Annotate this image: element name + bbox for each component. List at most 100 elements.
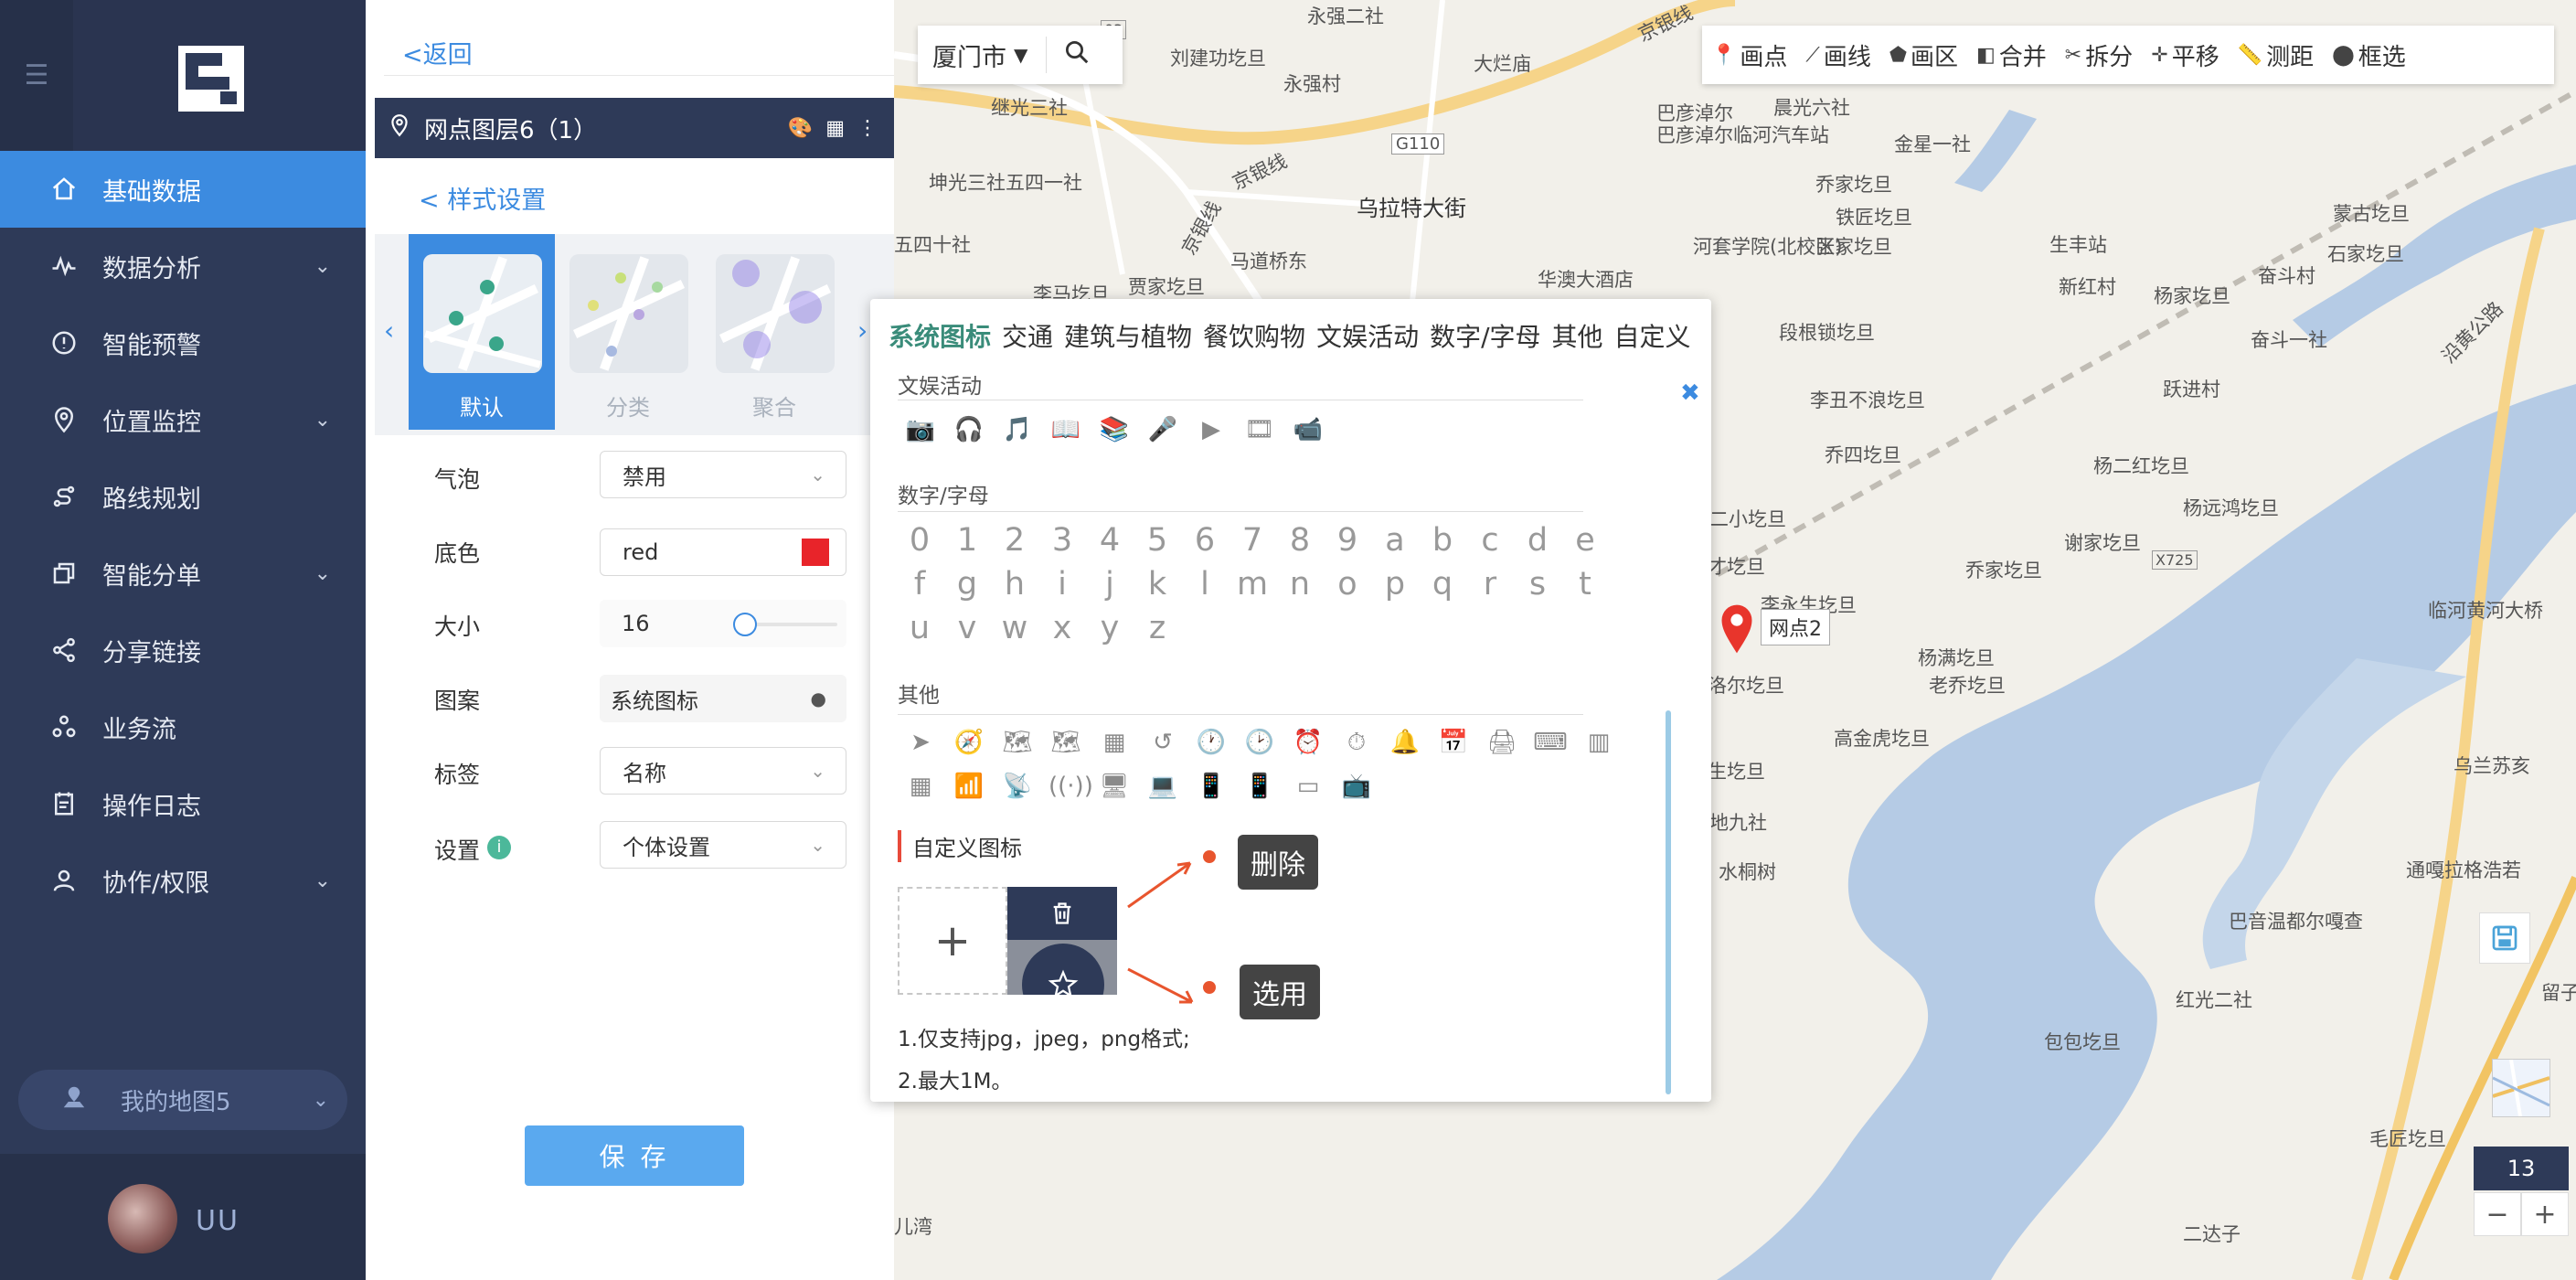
style-option-default[interactable]: 默认 [409,234,555,430]
character-option[interactable]: p [1378,566,1411,603]
trash-icon[interactable] [1007,887,1117,940]
style-option-category[interactable]: 分类 [555,234,701,430]
my-map-selector[interactable]: 我的地图5 ⌄ [18,1070,347,1130]
tag-select[interactable]: 名称 ⌄ [600,747,846,795]
other-option-icon[interactable]: ⏰ [1291,729,1325,757]
save-map-icon[interactable] [2479,912,2530,964]
other-option-icon[interactable]: 📡 [1000,773,1035,800]
chevron-left-icon[interactable]: ‹ [384,315,394,346]
character-option[interactable]: j [1093,566,1126,603]
entertainment-option-icon[interactable]: 📚 [1097,416,1132,443]
character-option[interactable]: 7 [1236,522,1269,559]
character-option[interactable]: 8 [1283,522,1316,559]
other-option-icon[interactable]: 💻 [1145,773,1180,800]
character-option[interactable]: 3 [1046,522,1079,559]
other-option-icon[interactable]: 🖨 [1485,729,1519,757]
character-option[interactable]: k [1141,566,1174,603]
tab-custom[interactable]: 自定义 [1614,317,1691,354]
sidebar-item-smart-dispatch[interactable]: 智能分单 ⌄ [0,535,366,612]
character-option[interactable]: r [1474,566,1506,603]
other-option-icon[interactable]: ⏱ [1339,729,1374,757]
color-field[interactable]: red [600,528,846,576]
character-option[interactable]: m [1236,566,1269,603]
save-button[interactable]: 保 存 [525,1125,744,1186]
other-option-icon[interactable]: 🗺 [1048,729,1083,757]
entertainment-option-icon[interactable]: 🎵 [1000,416,1035,443]
character-option[interactable]: g [951,566,984,603]
city-selector[interactable]: 厦门市 ▼ [918,26,1123,84]
tool-draw-line[interactable]: ⟋ 画线 [1796,38,1879,72]
other-option-icon[interactable]: 🖥 [1097,773,1132,800]
tab-other[interactable]: 其他 [1552,317,1603,354]
other-option-icon[interactable]: ((·)) [1048,773,1093,800]
upload-icon-button[interactable]: + [898,887,1007,995]
table-icon[interactable]: ▦ [825,117,845,140]
star-icon[interactable] [1022,944,1104,995]
sidebar-item-operation-log[interactable]: 操作日志 [0,765,366,842]
tool-merge[interactable]: ◧ 合并 [1967,38,2056,72]
other-option-icon[interactable]: 📺 [1339,773,1374,800]
tool-box-select[interactable]: ⬤ 框选 [2323,38,2415,72]
character-option[interactable]: x [1046,610,1079,646]
tab-system-icons[interactable]: 系统图标 [889,317,991,354]
character-option[interactable]: 6 [1188,522,1221,559]
other-option-icon[interactable]: ▦ [1097,729,1132,757]
character-option[interactable]: w [998,610,1031,646]
other-option-icon[interactable]: ➤ [903,729,938,757]
entertainment-option-icon[interactable]: 📷 [903,416,938,443]
character-option[interactable]: n [1283,566,1316,603]
other-option-icon[interactable]: 🧭 [952,729,986,757]
size-slider-handle[interactable] [733,613,757,636]
character-option[interactable]: 5 [1141,522,1174,559]
other-option-icon[interactable]: 📅 [1436,729,1471,757]
character-option[interactable]: s [1521,566,1554,603]
tool-draw-area[interactable]: ⬟ 画区 [1880,38,1967,72]
sidebar-item-collaboration[interactable]: 协作/权限 ⌄ [0,842,366,919]
other-option-icon[interactable]: ↺ [1145,729,1180,757]
info-icon[interactable]: i [487,836,511,859]
sidebar-item-share-link[interactable]: 分享链接 [0,612,366,688]
other-option-icon[interactable]: 🕑 [1242,729,1277,757]
character-option[interactable]: q [1426,566,1459,603]
character-option[interactable]: 1 [951,522,984,559]
character-option[interactable]: i [1046,566,1079,603]
character-option[interactable]: z [1141,610,1174,646]
more-icon[interactable]: ⋮ [857,117,878,140]
sidebar-item-route-planning[interactable]: 路线规划 [0,458,366,535]
color-swatch[interactable] [802,539,829,566]
chevron-right-icon[interactable]: › [857,315,868,346]
tab-traffic[interactable]: 交通 [1002,317,1053,354]
entertainment-option-icon[interactable]: 🎤 [1145,416,1180,443]
tool-draw-point[interactable]: 📍 画点 [1702,38,1796,72]
avatar[interactable] [108,1184,177,1253]
other-option-icon[interactable]: 🕐 [1194,729,1229,757]
sidebar-item-location-monitor[interactable]: 位置监控 ⌄ [0,381,366,458]
other-option-icon[interactable]: 📱 [1242,773,1277,800]
zoom-out-button[interactable]: − [2474,1192,2521,1236]
character-option[interactable]: 2 [998,522,1031,559]
other-option-icon[interactable]: ▭ [1291,773,1325,800]
custom-icon-thumbnail[interactable] [1007,887,1117,995]
search-icon[interactable] [1063,38,1091,72]
other-option-icon[interactable]: ▥ [1581,729,1616,757]
sidebar-item-workflow[interactable]: 业务流 [0,688,366,765]
tab-building-plants[interactable]: 建筑与植物 [1064,317,1192,354]
pattern-field[interactable]: 系统图标 ● [600,675,846,722]
character-option[interactable]: a [1378,522,1411,559]
character-option[interactable]: u [903,610,936,646]
tool-split[interactable]: ✂ 拆分 [2056,38,2142,72]
minimap-icon[interactable] [2492,1059,2550,1117]
other-option-icon[interactable]: 🗺 [1000,729,1035,757]
other-option-icon[interactable]: 📱 [1194,773,1229,800]
palette-icon[interactable]: 🎨 [788,117,813,140]
zoom-in-button[interactable]: + [2521,1192,2569,1236]
entertainment-option-icon[interactable]: 📖 [1048,416,1083,443]
character-option[interactable]: 0 [903,522,936,559]
style-option-cluster[interactable]: 聚合 [701,234,847,430]
sidebar-item-data-analysis[interactable]: 数据分析 ⌄ [0,228,366,304]
tool-measure[interactable]: 📏 测距 [2229,38,2323,72]
setting-select[interactable]: 个体设置 ⌄ [600,821,846,869]
character-option[interactable]: o [1331,566,1364,603]
character-option[interactable]: f [903,566,936,603]
entertainment-option-icon[interactable]: 📹 [1291,416,1325,443]
